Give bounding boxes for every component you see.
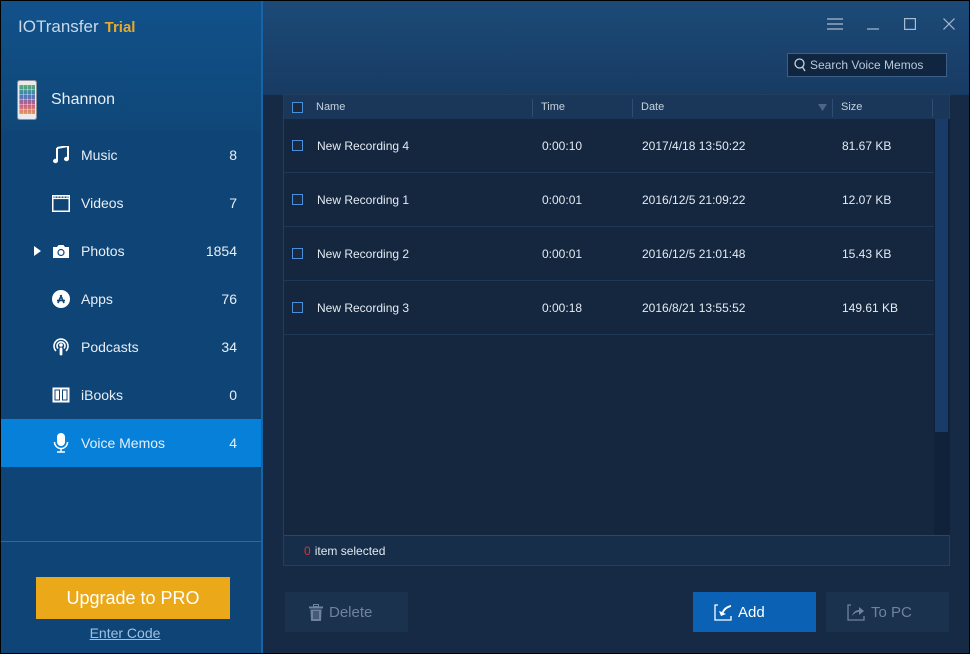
voice-memos-table: Name Time Date Size New Recording 4 0:00… [283,94,950,566]
cell-date: 2016/12/5 21:01:48 [642,246,746,261]
close-icon [943,18,955,30]
menu-icon [827,18,843,30]
table-row[interactable]: New Recording 1 0:00:01 2016/12/5 21:09:… [284,173,934,227]
sidebar-item-label: Music [81,147,118,163]
app-name: IOTransfer [18,17,99,36]
sidebar-item-apps[interactable]: Apps 76 [1,275,261,323]
camera-icon [51,241,71,261]
column-header-time[interactable]: Time [541,95,565,119]
row-checkbox[interactable] [292,248,303,259]
cell-date: 2016/12/5 21:09:22 [642,192,746,207]
cell-size: 12.07 KB [842,192,892,207]
cell-name: New Recording 2 [317,246,410,261]
app-window: IOTransfer Trial Shannon Music 8 Videos 7 [1,1,969,653]
selected-count: 0 [304,543,311,558]
table-row[interactable]: New Recording 4 0:00:10 2017/4/18 13:50:… [284,119,934,173]
search-icon [794,58,806,72]
add-button[interactable]: Add [693,592,816,632]
app-title: IOTransfer Trial [18,17,135,37]
selected-text: item selected [314,543,386,558]
device-header[interactable]: Shannon [17,79,115,121]
export-icon [847,603,865,621]
music-note-icon [51,145,71,165]
column-header-size[interactable]: Size [841,95,862,119]
book-icon [51,385,71,405]
sidebar-item-label: iBooks [81,387,124,403]
table-row[interactable]: New Recording 3 0:00:18 2016/8/21 13:55:… [284,281,934,335]
trash-icon [309,603,323,621]
cell-date: 2017/4/18 13:50:22 [642,138,746,153]
sidebar: IOTransfer Trial Shannon Music 8 Videos 7 [1,1,261,653]
cell-size: 149.61 KB [842,300,899,315]
cell-name: New Recording 3 [317,300,410,315]
table-row[interactable]: New Recording 2 0:00:01 2016/12/5 21:01:… [284,227,934,281]
iphone-icon [17,80,37,120]
scrollbar-thumb[interactable] [935,119,948,432]
maximize-icon [904,18,916,30]
sidebar-item-count: 34 [221,339,237,355]
trial-badge: Trial [104,19,136,36]
to-pc-label: To PC [871,603,912,621]
sidebar-item-podcasts[interactable]: Podcasts 34 [1,323,261,371]
maximize-button[interactable] [899,13,921,35]
sidebar-item-count: 8 [229,147,237,163]
menu-button[interactable] [824,13,846,35]
sidebar-item-label: Videos [81,195,124,211]
sidebar-item-count: 0 [229,387,237,403]
search-box[interactable] [787,53,947,77]
sidebar-item-count: 7 [229,195,237,211]
clapperboard-icon [51,193,71,213]
cell-time: 0:00:18 [542,300,583,315]
sidebar-item-count: 4 [229,435,237,451]
sidebar-item-label: Photos [81,243,125,259]
column-header-name[interactable]: Name [316,95,345,119]
microphone-icon [51,433,71,453]
row-checkbox[interactable] [292,140,303,151]
sidebar-item-label: Podcasts [81,339,139,355]
cell-time: 0:00:10 [542,138,583,153]
cell-time: 0:00:01 [542,192,583,207]
cell-name: New Recording 4 [317,138,410,153]
device-name: Shannon [51,91,116,108]
cell-size: 81.67 KB [842,138,892,153]
column-header-date[interactable]: Date [641,95,664,119]
sort-desc-icon [818,95,827,119]
sidebar-item-ibooks[interactable]: iBooks 0 [1,371,261,419]
add-label: Add [738,603,765,621]
row-checkbox[interactable] [292,194,303,205]
expand-arrow-icon[interactable] [34,246,41,256]
app-store-icon [51,289,71,309]
sidebar-item-count: 76 [221,291,237,307]
sidebar-item-count: 1854 [205,243,237,259]
enter-code-link[interactable]: Enter Code [1,625,249,641]
sidebar-item-videos[interactable]: Videos 7 [1,179,261,227]
table-body: New Recording 4 0:00:10 2017/4/18 13:50:… [284,119,934,335]
close-button[interactable] [938,13,960,35]
sidebar-item-photos[interactable]: Photos 1854 [1,227,261,275]
cell-date: 2016/8/21 13:55:52 [642,300,746,315]
sidebar-item-label: Voice Memos [81,435,166,451]
delete-button[interactable]: Delete [285,592,408,632]
upgrade-button[interactable]: Upgrade to PRO [36,577,230,619]
select-all-checkbox[interactable] [292,101,303,113]
to-pc-button[interactable]: To PC [826,592,949,632]
row-checkbox[interactable] [292,302,303,313]
import-icon [714,603,732,621]
sidebar-nav: Music 8 Videos 7 Photos 1854 Apps 76 Pod… [1,131,261,467]
cell-size: 15.43 KB [842,246,892,261]
search-input[interactable] [810,58,940,72]
table-header: Name Time Date Size [284,95,949,119]
cell-time: 0:00:01 [542,246,583,261]
sidebar-item-voice-memos[interactable]: Voice Memos 4 [1,419,261,467]
minimize-icon [867,28,879,30]
cell-name: New Recording 1 [317,192,410,207]
sidebar-item-label: Apps [81,291,113,307]
sidebar-divider [1,541,261,542]
delete-label: Delete [329,603,373,621]
podcast-icon [51,337,71,357]
sidebar-item-music[interactable]: Music 8 [1,131,261,179]
selection-status: 0 item selected [284,535,949,565]
minimize-button[interactable] [862,13,884,35]
